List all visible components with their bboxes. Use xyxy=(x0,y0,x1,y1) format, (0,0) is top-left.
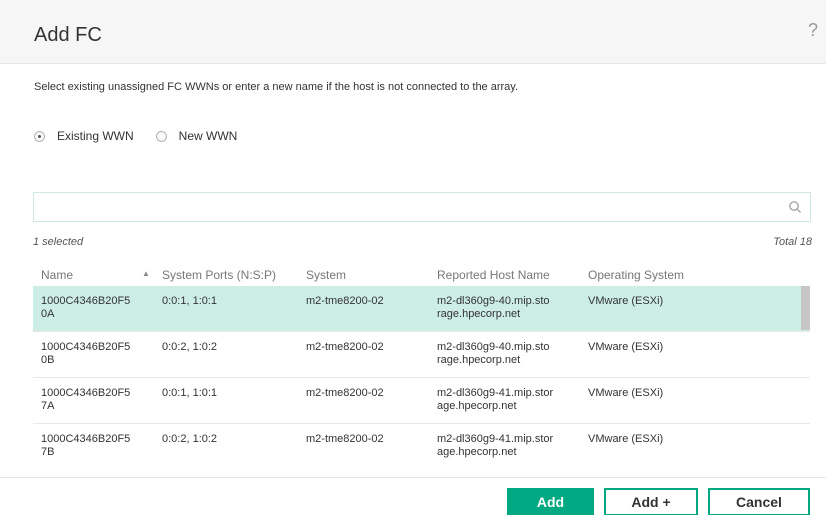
sort-ascending-icon[interactable]: ▲ xyxy=(142,269,150,278)
wwn-type-radio-group: Existing WWN New WWN xyxy=(34,129,259,143)
cell-system: m2-tme8200-02 xyxy=(306,433,384,445)
cell-host: m2-dl360g9-40.mip.sto rage.hpecorp.net xyxy=(437,341,577,367)
existing-wwn-label: Existing WWN xyxy=(57,129,134,143)
total-count: Total 18 xyxy=(773,236,812,248)
column-header-system[interactable]: System xyxy=(306,268,346,282)
cell-name-line: 0B xyxy=(41,354,55,366)
existing-wwn-radio[interactable]: Existing WWN xyxy=(34,129,134,143)
table-header: Name ▲ System Ports (N:S:P) System Repor… xyxy=(33,260,810,286)
cell-host: m2-dl360g9-40.mip.sto rage.hpecorp.net xyxy=(437,295,577,321)
column-header-name[interactable]: Name xyxy=(41,268,73,282)
cell-name-line: 7B xyxy=(41,446,55,458)
dialog-title: Add FC xyxy=(34,24,102,46)
cell-name-line: 1000C4346B20F5 xyxy=(41,433,131,445)
cell-os: VMware (ESXi) xyxy=(588,433,664,445)
column-header-reported-host-name[interactable]: Reported Host Name xyxy=(437,268,550,282)
cell-system: m2-tme8200-02 xyxy=(306,341,384,353)
cell-host-line: age.hpecorp.net xyxy=(437,446,517,458)
cell-name: 1000C4346B20F5 7A xyxy=(41,387,156,413)
dialog-header: Add FC ? xyxy=(0,0,826,64)
cell-host-line: m2-dl360g9-40.mip.sto xyxy=(437,295,550,307)
table-scrollbar[interactable] xyxy=(801,286,810,330)
cell-name-line: 0A xyxy=(41,308,55,320)
instruction-text: Select existing unassigned FC WWNs or en… xyxy=(34,81,519,93)
cell-name: 1000C4346B20F5 0A xyxy=(41,295,156,321)
cell-system: m2-tme8200-02 xyxy=(306,295,384,307)
cell-os: VMware (ESXi) xyxy=(588,295,664,307)
radio-checked-icon[interactable] xyxy=(34,130,45,142)
new-wwn-label: New WWN xyxy=(178,129,238,143)
cell-os: VMware (ESXi) xyxy=(588,341,664,353)
cell-host-line: age.hpecorp.net xyxy=(437,400,517,412)
help-icon[interactable]: ? xyxy=(808,20,818,41)
selected-count: 1 selected xyxy=(33,236,84,248)
cell-host: m2-dl360g9-41.mip.stor age.hpecorp.net xyxy=(437,433,577,459)
cell-name: 1000C4346B20F5 0B xyxy=(41,341,156,367)
cell-name-line: 1000C4346B20F5 xyxy=(41,295,131,307)
cell-ports: 0:0:1, 1:0:1 xyxy=(162,295,218,307)
cell-ports: 0:0:1, 1:0:1 xyxy=(162,387,218,399)
radio-unchecked-icon[interactable] xyxy=(155,130,167,142)
cell-name-line: 1000C4346B20F5 xyxy=(41,387,131,399)
cell-host: m2-dl360g9-41.mip.stor age.hpecorp.net xyxy=(437,387,577,413)
cell-name-line: 7A xyxy=(41,400,55,412)
cell-system: m2-tme8200-02 xyxy=(306,387,384,399)
search-box xyxy=(33,192,811,222)
new-wwn-radio[interactable]: New WWN xyxy=(155,129,238,143)
cell-os: VMware (ESXi) xyxy=(588,387,664,399)
cancel-button[interactable]: Cancel xyxy=(708,488,810,515)
add-plus-button[interactable]: Add + xyxy=(604,488,698,515)
cell-name-line: 1000C4346B20F5 xyxy=(41,341,131,353)
search-input[interactable] xyxy=(34,193,774,221)
cell-host-line: m2-dl360g9-41.mip.stor xyxy=(437,433,554,445)
add-button[interactable]: Add xyxy=(507,488,594,515)
cell-ports: 0:0:2, 1:0:2 xyxy=(162,341,218,353)
cell-host-line: m2-dl360g9-40.mip.sto xyxy=(437,341,550,353)
column-header-system-ports[interactable]: System Ports (N:S:P) xyxy=(162,268,276,282)
cell-ports: 0:0:2, 1:0:2 xyxy=(162,433,218,445)
cell-name: 1000C4346B20F5 7B xyxy=(41,433,156,459)
cell-host-line: rage.hpecorp.net xyxy=(437,354,521,366)
cell-host-line: rage.hpecorp.net xyxy=(437,308,521,320)
table-row[interactable]: 1000C4346B20F5 7B 0:0:2, 1:0:2 m2-tme8200… xyxy=(33,424,810,468)
table-row[interactable]: 1000C4346B20F5 0A 0:0:1, 1:0:1 m2-tme8200… xyxy=(33,286,810,332)
search-icon[interactable] xyxy=(788,200,802,214)
table-row[interactable]: 1000C4346B20F5 0B 0:0:2, 1:0:2 m2-tme8200… xyxy=(33,332,810,378)
table-row[interactable]: 1000C4346B20F5 7A 0:0:1, 1:0:1 m2-tme8200… xyxy=(33,378,810,424)
wwn-table: Name ▲ System Ports (N:S:P) System Repor… xyxy=(33,260,810,468)
cell-host-line: m2-dl360g9-41.mip.stor xyxy=(437,387,554,399)
column-header-operating-system[interactable]: Operating System xyxy=(588,268,684,282)
footer-divider xyxy=(0,477,826,478)
